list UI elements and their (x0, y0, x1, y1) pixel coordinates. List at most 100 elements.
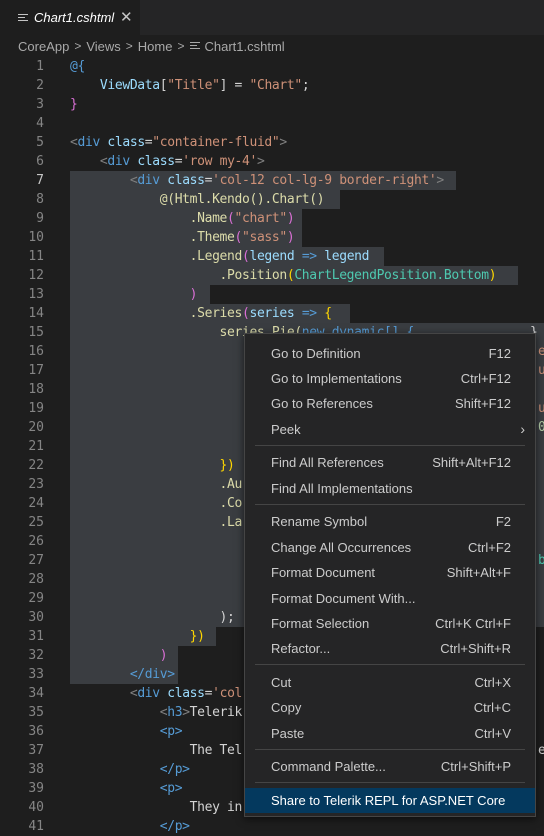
code-token: 'col-12 col-lg-9 border-right' (212, 173, 437, 188)
menu-item-label: Copy (271, 700, 302, 715)
code-token: ) (189, 287, 198, 302)
menu-item-shortcut: Ctrl+Shift+R (440, 641, 511, 656)
code-token: div (137, 173, 160, 188)
tab-chart1-cshtml[interactable]: Chart1.cshtml ✕ (0, 0, 140, 35)
code-token: class (137, 154, 175, 169)
code-token: <p> (159, 781, 183, 796)
menu-item-label: Peek (271, 422, 301, 437)
menu-item-rename-symbol[interactable]: Rename Symbol F2 (245, 509, 535, 534)
code-line-5: <div class="container-fluid"> (70, 135, 287, 150)
menu-item-label: Share to Telerik REPL for ASP.NET Core (271, 793, 506, 808)
code-token: .Theme (189, 230, 235, 245)
code-token: </p> (159, 819, 190, 834)
menu-item-refactor[interactable]: Refactor... Ctrl+Shift+R (245, 636, 535, 661)
menu-item-label: Format Document (271, 565, 376, 580)
code-token: legend (249, 249, 295, 264)
menu-item-command-palette[interactable]: Command Palette... Ctrl+Shift+P (245, 754, 535, 779)
menu-item-format-document-with[interactable]: Format Document With... (245, 586, 535, 611)
code-token: </p> (159, 762, 190, 777)
line-number: 17 (28, 363, 44, 378)
menu-item-paste[interactable]: Paste Ctrl+V (245, 721, 535, 746)
code-line-12: .Position(ChartLegendPosition.Bottom) (219, 268, 497, 283)
breadcrumb-item-views[interactable]: Views (86, 39, 120, 54)
code-token: div (137, 686, 160, 701)
menu-item-find-all-references[interactable]: Find All References Shift+Alt+F12 (245, 450, 535, 475)
code-token: .Legend (189, 249, 243, 264)
code-token: => (294, 249, 325, 264)
line-number: 29 (28, 591, 44, 606)
code-line-8: @(Html.Kendo().Chart() (0, 190, 544, 209)
code-token: ; (301, 78, 310, 93)
code-line-41: </p> (0, 817, 544, 836)
code-token: ); (219, 610, 235, 625)
code-fragment: e (538, 743, 544, 758)
code-line-1: @{ (0, 57, 544, 76)
menu-item-shortcut: Ctrl+F2 (468, 540, 511, 555)
tab-label: Chart1.cshtml (34, 10, 115, 25)
code-token: "Chart" (249, 78, 303, 93)
menu-item-label: Find All Implementations (271, 481, 413, 496)
tab-bar: Chart1.cshtml ✕ (0, 0, 544, 35)
menu-item-go-to-definition[interactable]: Go to Definition F12 (245, 341, 535, 366)
menu-item-format-document[interactable]: Format Document Shift+Alt+F (245, 560, 535, 585)
menu-item-shortcut: Ctrl+F12 (460, 371, 511, 386)
menu-item-shortcut: Ctrl+V (474, 726, 511, 741)
code-token: h3 (167, 705, 183, 720)
code-token: .Au (219, 477, 243, 492)
code-token: .Name (189, 211, 228, 226)
menu-separator (255, 782, 525, 783)
menu-item-go-to-references[interactable]: Go to References Shift+F12 (245, 391, 535, 416)
breadcrumb-item-home[interactable]: Home (138, 39, 173, 54)
menu-item-peek[interactable]: Peek › (245, 417, 535, 442)
code-line-6: <div class='row my-4'> (99, 154, 265, 169)
code-token: "container-fluid" (152, 135, 280, 150)
menu-item-copy[interactable]: Copy Ctrl+C (245, 695, 535, 720)
code-token: class (107, 135, 145, 150)
breadcrumb-item-file[interactable]: Chart1.cshtml (205, 39, 285, 54)
menu-item-format-selection[interactable]: Format Selection Ctrl+K Ctrl+F (245, 611, 535, 636)
menu-item-label: Go to References (271, 396, 373, 411)
code-line-7: <div class='col-12 col-lg-9 border-right… (129, 173, 444, 188)
menu-separator (255, 504, 525, 505)
context-menu: Go to Definition F12 Go to Implementatio… (244, 333, 536, 817)
menu-item-shortcut: Shift+Alt+F (446, 565, 511, 580)
line-number: 21 (28, 439, 44, 454)
code-token: div (77, 135, 100, 150)
chevron-right-icon: > (177, 39, 185, 53)
code-line-10: .Theme("sass") (189, 230, 295, 245)
menu-separator (255, 445, 525, 446)
code-token: class (167, 173, 205, 188)
code-token: legend (324, 249, 370, 264)
code-fragment: e (538, 344, 544, 359)
line-number: 28 (28, 572, 44, 587)
menu-item-label: Refactor... (271, 641, 331, 656)
menu-item-shortcut: Ctrl+C (473, 700, 511, 715)
code-token: "Title" (167, 78, 220, 93)
code-line-2: ViewData["Title"] = "Chart"; (99, 78, 310, 93)
menu-item-label: Go to Implementations (271, 371, 402, 386)
close-icon[interactable]: ✕ (120, 8, 133, 26)
file-lines-icon (189, 41, 200, 52)
code-token: 'row my-4' (182, 154, 257, 169)
code-line-13: ) (0, 285, 544, 304)
menu-item-label: Rename Symbol (271, 514, 368, 529)
line-number: 20 (28, 420, 44, 435)
menu-item-go-to-implementations[interactable]: Go to Implementations Ctrl+F12 (245, 366, 535, 391)
menu-item-find-all-implementations[interactable]: Find All Implementations (245, 476, 535, 501)
menu-item-change-all-occurrences[interactable]: Change All Occurrences Ctrl+F2 (245, 535, 535, 560)
breadcrumb-item-coreapp[interactable]: CoreApp (18, 39, 69, 54)
code-token: .Position (219, 268, 288, 283)
code-fragment: 0 (538, 420, 544, 435)
line-number: 19 (28, 401, 44, 416)
menu-item-cut[interactable]: Cut Ctrl+X (245, 670, 535, 695)
code-token: The Tel (189, 743, 243, 758)
menu-item-shortcut: Ctrl+K Ctrl+F (435, 616, 511, 631)
code-line-9: .Name("chart") (189, 211, 295, 226)
code-token: Telerik (189, 705, 243, 720)
code-token: @(Html.Kendo().Chart() (159, 192, 325, 207)
menu-item-label: Cut (271, 675, 292, 690)
menu-item-share-to-telerik-repl[interactable]: Share to Telerik REPL for ASP.NET Core (245, 788, 535, 813)
menu-separator (255, 664, 525, 665)
menu-item-shortcut: Ctrl+X (474, 675, 511, 690)
chevron-right-icon: > (125, 39, 133, 53)
